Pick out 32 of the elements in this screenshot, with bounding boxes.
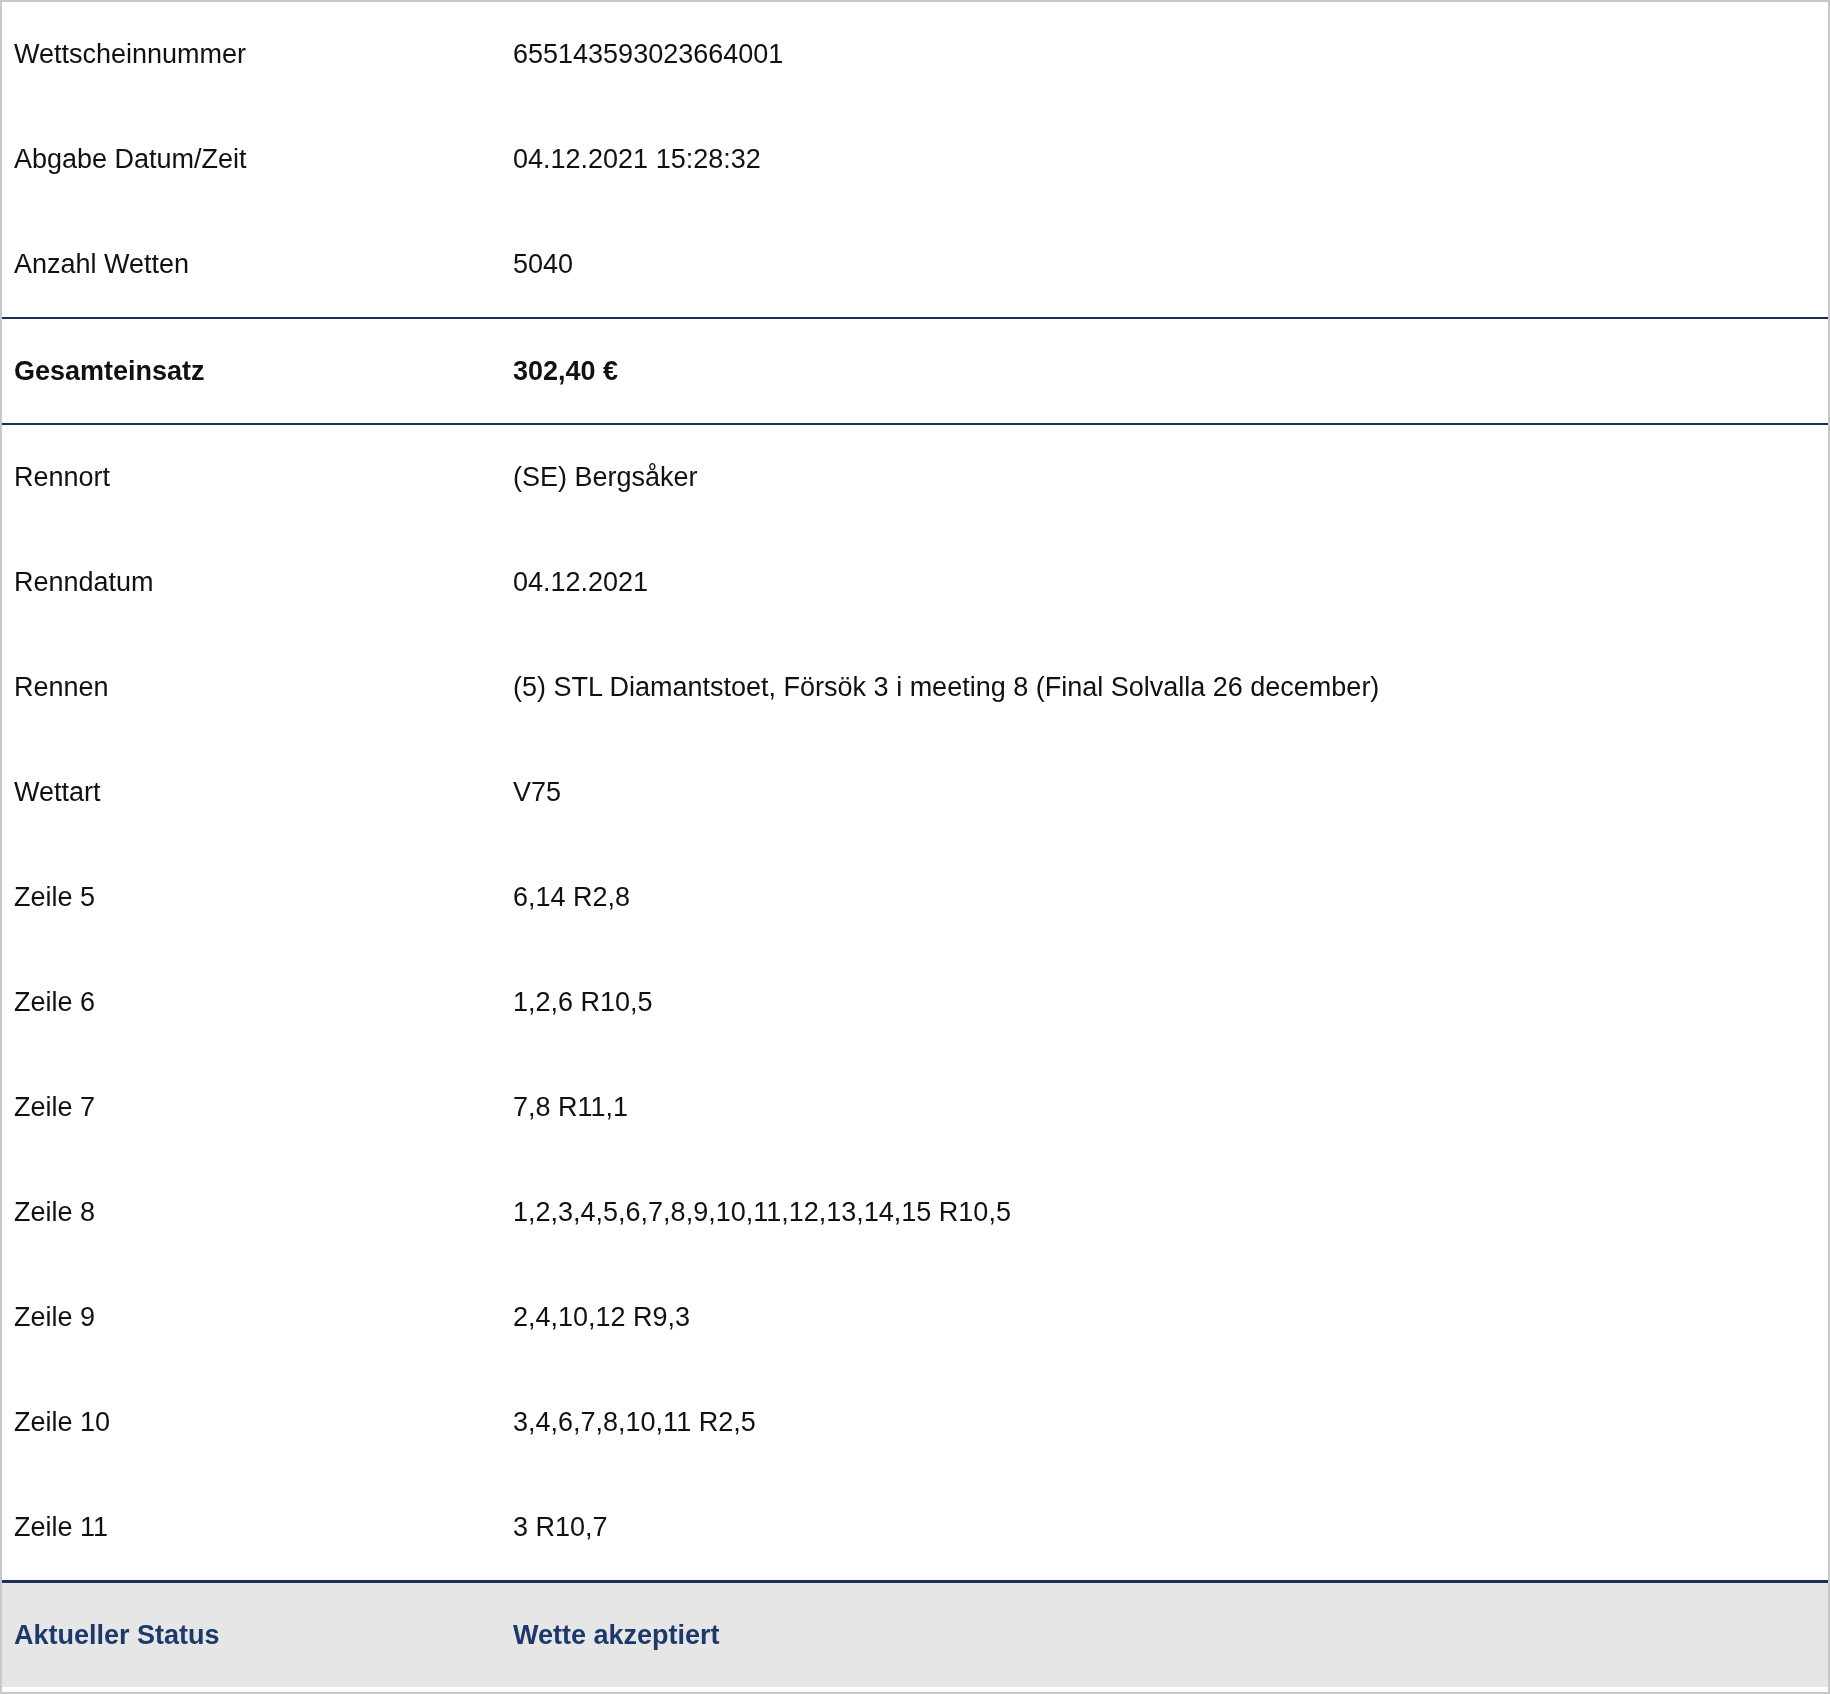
- row-value: 04.12.2021: [513, 567, 650, 598]
- row-label: Zeile 5: [14, 882, 97, 913]
- row-value: 3,4,6,7,8,10,11 R2,5: [513, 1407, 757, 1438]
- row-value: 1,2,3,4,5,6,7,8,9,10,11,12,13,14,15 R10,5: [513, 1197, 1012, 1228]
- row-label: Anzahl Wetten: [14, 249, 191, 280]
- row-value: 04.12.2021 15:28:32: [513, 144, 762, 175]
- row-value: 1,2,6 R10,5: [513, 987, 654, 1018]
- row-label: Rennen: [14, 672, 110, 703]
- row-value: Wette akzeptiert: [513, 1619, 721, 1651]
- row-value: (SE) Bergsåker: [513, 462, 699, 493]
- row-label: Zeile 6: [14, 987, 97, 1018]
- row-value: 5040: [513, 249, 575, 280]
- row-label: Zeile 9: [14, 1302, 97, 1333]
- row-value: 655143593023664001: [513, 39, 785, 70]
- row-value: V75: [513, 777, 563, 808]
- row-label: Wettart: [14, 777, 102, 808]
- row-value: 302,40 €: [513, 355, 620, 387]
- row-label: Wettscheinnummer: [14, 39, 248, 70]
- row-value: (5) STL Diamantstoet, Försök 3 i meeting 8 (Final Solvalla 26 december): [513, 672, 1381, 703]
- row-label: Zeile 10: [14, 1407, 112, 1438]
- row-value: 2,4,10,12 R9,3: [513, 1302, 692, 1333]
- row-label: Gesamteinsatz: [14, 355, 206, 387]
- row-label: Zeile 7: [14, 1092, 97, 1123]
- row-label: Abgabe Datum/Zeit: [14, 144, 248, 175]
- row-label: Rennort: [14, 462, 112, 493]
- row-label: Zeile 8: [14, 1197, 97, 1228]
- row-label: Renndatum: [14, 567, 155, 598]
- row-label: Aktueller Status: [14, 1619, 221, 1651]
- row-value: 3 R10,7: [513, 1512, 609, 1543]
- row-label: Zeile 11: [14, 1512, 110, 1543]
- row-value: 7,8 R11,1: [513, 1092, 630, 1123]
- row-value: 6,14 R2,8: [513, 882, 632, 913]
